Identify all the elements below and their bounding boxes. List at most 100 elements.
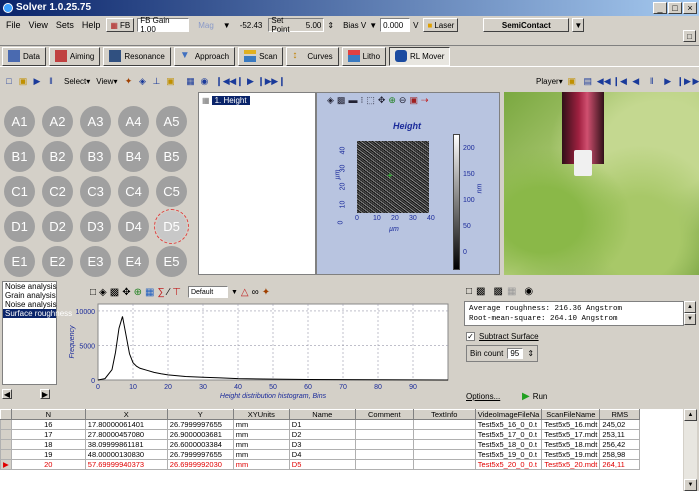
table-cell[interactable]: 19 xyxy=(10,449,86,460)
options-link[interactable]: Options... xyxy=(466,392,500,401)
well-c3[interactable]: C3 xyxy=(80,176,111,207)
table-cell[interactable]: 17 xyxy=(10,429,86,440)
table-cell[interactable]: Test5x5_18.mdt xyxy=(541,439,601,450)
table-cell[interactable] xyxy=(412,459,476,470)
well-d2[interactable]: D2 xyxy=(42,211,73,242)
mode-approach-button[interactable]: ▼ Approach xyxy=(173,46,236,66)
table-cell[interactable]: Test5x5_20_0_0.t xyxy=(474,459,543,470)
scroll-right-icon[interactable]: ▶ xyxy=(40,389,50,399)
bias-field[interactable]: 0.000 xyxy=(380,18,411,32)
table-cell[interactable]: Test5x5_18_0_0.t xyxy=(474,439,543,450)
zoom-in-icon[interactable]: ⊕ xyxy=(388,95,396,106)
analysis-item[interactable]: Grain analysis xyxy=(3,291,56,300)
table-cell[interactable]: 26.7999997655 xyxy=(166,449,234,460)
subtract-surface-checkbox[interactable]: ✓ Subtract Surface xyxy=(466,332,539,341)
table-row[interactable]: 18 38.09999861181 26.6000003384 mm D3 Test5x5… xyxy=(0,439,641,450)
well-e4[interactable]: E4 xyxy=(118,246,149,277)
view-menu[interactable]: View▾ xyxy=(96,77,117,86)
tools-icon[interactable]: ✦ xyxy=(262,287,270,298)
play-forward-icon[interactable]: ▶ xyxy=(243,74,257,88)
table-scrollbar[interactable]: ▲ ▼ xyxy=(684,409,697,491)
laser-button[interactable]: ■ Laser xyxy=(423,18,459,32)
column-header[interactable]: TextInfo xyxy=(412,409,476,420)
preset-select[interactable]: Default xyxy=(187,286,228,298)
mode-aiming-button[interactable]: Aiming xyxy=(48,46,101,66)
table-cell[interactable]: 253,11 xyxy=(599,429,641,440)
tools-icon[interactable]: ✦ xyxy=(121,74,135,88)
close-button[interactable]: × xyxy=(683,2,697,14)
table-cell[interactable]: D4 xyxy=(288,449,356,460)
well-d1[interactable]: D1 xyxy=(4,211,35,242)
player-rewind-icon[interactable]: ◀◀ xyxy=(597,74,611,88)
print-icon[interactable]: ▩ xyxy=(110,287,119,298)
mode-dropdown-icon[interactable]: ▼ xyxy=(572,18,585,32)
prev-frame-icon[interactable]: ◀❙ xyxy=(229,74,243,88)
chart-icon[interactable]: ⊤ xyxy=(172,287,181,298)
copy-icon[interactable]: ▦ xyxy=(507,286,516,297)
well-b1[interactable]: B1 xyxy=(4,141,35,172)
move-icon[interactable]: ✥ xyxy=(378,95,386,106)
frame-item[interactable]: ▦ 1. Height xyxy=(202,96,315,105)
run-button[interactable]: ▶ Run xyxy=(522,391,547,402)
menu-sets[interactable]: Sets xyxy=(52,20,78,30)
first-frame-icon[interactable]: ❙◀ xyxy=(215,74,229,88)
table-cell[interactable]: mm xyxy=(232,449,290,460)
player-open-icon[interactable]: ▣ xyxy=(565,74,579,88)
table-cell[interactable]: Test5x5_16.mdt xyxy=(541,419,601,430)
table-cell[interactable]: 256,42 xyxy=(599,439,641,450)
player-chart-icon[interactable]: ▤ xyxy=(581,74,595,88)
setpoint-field[interactable]: Set Point 5.00 xyxy=(268,16,325,34)
table-row[interactable]: 16 17.80000061401 26.7999997655 mm D1 Test5x5… xyxy=(0,419,641,430)
table-cell[interactable]: 264,11 xyxy=(599,459,641,470)
well-c2[interactable]: C2 xyxy=(42,176,73,207)
mode-resonance-button[interactable]: Resonance xyxy=(103,46,171,66)
grid-icon[interactable]: ▦ xyxy=(183,74,197,88)
open-folder-icon[interactable]: ▣ xyxy=(16,74,30,88)
well-a4[interactable]: A4 xyxy=(118,106,149,137)
column-header[interactable]: ScanFileName xyxy=(541,409,601,420)
player-pause-icon[interactable]: ‖ xyxy=(645,74,659,88)
well-b3[interactable]: B3 xyxy=(80,141,111,172)
marker-icon[interactable]: ∑ xyxy=(157,287,164,298)
table-cell[interactable]: 27.80000457080 xyxy=(84,429,168,440)
table-cell[interactable]: mm xyxy=(232,439,290,450)
table-cell[interactable] xyxy=(412,429,476,440)
height-image[interactable]: + xyxy=(357,141,429,213)
menu-file[interactable]: File xyxy=(2,20,25,30)
camera-icon[interactable]: ◈ xyxy=(99,287,107,298)
table-cell[interactable]: 245,02 xyxy=(599,419,641,430)
row-header[interactable]: ▶ xyxy=(0,459,12,470)
new-file-icon[interactable]: □ xyxy=(2,74,16,88)
well-a5[interactable]: A5 xyxy=(156,106,187,137)
play-icon[interactable]: ▶ xyxy=(30,74,44,88)
dots-icon[interactable]: ⁝ xyxy=(360,95,363,106)
profile-icon[interactable]: ∞ xyxy=(252,287,259,298)
scroll-left-icon[interactable]: ◀ xyxy=(2,389,12,399)
table-cell[interactable]: Test5x5_17_0_0.t xyxy=(474,429,543,440)
bin-count-spin-icon[interactable]: ⇕ xyxy=(527,349,534,358)
table-cell[interactable]: 20 xyxy=(10,459,86,470)
table-cell[interactable]: Test5x5_16_0_0.t xyxy=(474,419,543,430)
print-icon[interactable]: ▩ xyxy=(337,95,346,106)
well-b5[interactable]: B5 xyxy=(156,141,187,172)
table-cell[interactable]: 26.7999997655 xyxy=(166,419,234,430)
table-cell[interactable]: D3 xyxy=(288,439,356,450)
table-cell[interactable] xyxy=(354,449,414,460)
column-header[interactable]: XYUnits xyxy=(232,409,290,420)
binoculars-icon[interactable]: ◉ xyxy=(524,286,533,297)
row-header[interactable] xyxy=(0,449,12,460)
well-b4[interactable]: B4 xyxy=(118,141,149,172)
table-cell[interactable] xyxy=(354,429,414,440)
column-header[interactable]: Y xyxy=(166,409,234,420)
camera-icon[interactable]: ◈ xyxy=(135,74,149,88)
maximize-button[interactable]: □ xyxy=(668,2,682,14)
table-cell[interactable] xyxy=(354,419,414,430)
player-menu[interactable]: Player▾ xyxy=(536,77,563,86)
fb-gain-field[interactable]: FB Gain 1.00 xyxy=(137,16,190,34)
last-frame-icon[interactable]: ▶❙ xyxy=(271,74,285,88)
well-b2[interactable]: B2 xyxy=(42,141,73,172)
table-cell[interactable]: mm xyxy=(232,419,290,430)
mode-rlmover-button[interactable]: RL Mover xyxy=(389,46,451,66)
zoom-in-icon[interactable]: ⊕ xyxy=(134,287,142,298)
bin-count-field[interactable]: 95 xyxy=(507,348,524,359)
